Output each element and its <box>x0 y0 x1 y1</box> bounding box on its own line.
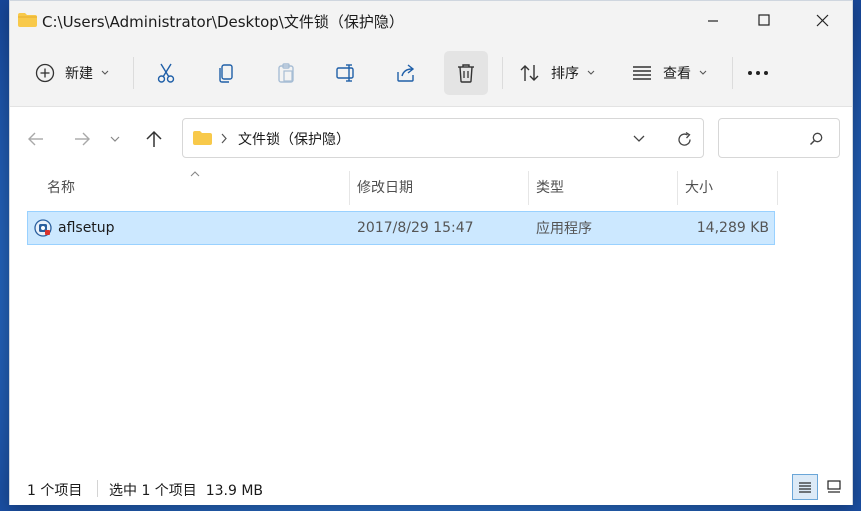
maximize-icon <box>758 14 770 26</box>
item-count: 1 个项目 <box>27 483 83 499</box>
toolbar-divider <box>732 57 733 89</box>
back-icon <box>28 132 43 146</box>
view-button[interactable]: 查看 <box>624 51 714 95</box>
column-modified-label: 修改日期 <box>357 180 413 196</box>
breadcrumb[interactable]: 文件锁（保护隐） <box>238 129 350 149</box>
file-size: 14,289 KB <box>696 220 769 236</box>
recent-icon <box>110 136 120 142</box>
close-button[interactable] <box>794 1 850 39</box>
view-label: 查看 <box>663 66 691 82</box>
search-icon <box>809 132 823 146</box>
sort-icon <box>520 65 539 81</box>
chevron-down-icon <box>587 70 595 75</box>
rename-icon <box>336 64 354 82</box>
maximize-button[interactable] <box>736 1 792 39</box>
refresh-icon <box>677 131 691 146</box>
cut-button[interactable] <box>146 51 186 95</box>
title-bar: C:\Users\Administrator\Desktop\文件锁（保护隐） <box>10 1 852 39</box>
rename-button[interactable] <box>326 51 366 95</box>
app-icon <box>34 219 52 237</box>
close-icon <box>816 14 828 26</box>
refresh-button[interactable] <box>671 126 697 152</box>
file-row[interactable]: aflsetup 2017/8/29 15:47 应用程序 14,289 KB <box>27 211 775 245</box>
column-header-size[interactable]: 大小 <box>685 166 713 208</box>
toolbar-divider <box>133 57 134 89</box>
up-icon <box>146 130 162 147</box>
large-icons-view-button[interactable] <box>821 474 847 500</box>
status-divider <box>97 480 98 497</box>
column-type-label: 类型 <box>536 180 564 196</box>
column-header-name[interactable]: 名称 <box>47 166 75 208</box>
selection-info: 选中 1 个项目 13.9 MB <box>109 483 264 499</box>
cut-icon <box>157 63 175 83</box>
navigation-bar: 文件锁（保护隐） <box>10 106 852 166</box>
column-size-label: 大小 <box>685 180 713 196</box>
more-options-button[interactable] <box>738 51 778 95</box>
column-divider[interactable] <box>777 171 778 205</box>
sort-up-icon <box>190 171 200 177</box>
large-icons-view-icon <box>827 480 841 493</box>
more-icon <box>748 71 768 75</box>
new-label: 新建 <box>65 66 93 82</box>
folder-icon <box>18 13 37 27</box>
minimize-button[interactable] <box>685 1 741 39</box>
folder-icon <box>193 131 212 145</box>
copy-icon <box>219 64 233 83</box>
minimize-icon <box>708 20 718 22</box>
address-dropdown-button[interactable] <box>627 127 651 151</box>
share-button[interactable] <box>386 51 426 95</box>
file-type: 应用程序 <box>536 221 592 237</box>
dropdown-icon <box>633 135 645 142</box>
new-plus-icon <box>35 63 55 83</box>
copy-button[interactable] <box>206 51 246 95</box>
details-view-button[interactable] <box>792 474 818 500</box>
column-name-label: 名称 <box>47 180 75 196</box>
file-name: aflsetup <box>58 220 115 236</box>
paste-icon <box>278 63 294 83</box>
status-bar: 1 个项目 选中 1 个项目 13.9 MB <box>10 471 852 505</box>
share-icon <box>397 64 415 82</box>
window-title: C:\Users\Administrator\Desktop\文件锁（保护隐） <box>42 13 404 31</box>
file-explorer-window: C:\Users\Administrator\Desktop\文件锁（保护隐） … <box>9 0 853 505</box>
address-bar[interactable]: 文件锁（保护隐） <box>182 118 704 158</box>
command-bar: 新建 排序 查看 <box>10 39 852 107</box>
chevron-right-icon <box>221 133 227 144</box>
file-modified: 2017/8/29 15:47 <box>357 220 474 236</box>
paste-button[interactable] <box>266 51 306 95</box>
forward-button[interactable] <box>66 121 98 157</box>
sort-button[interactable]: 排序 <box>512 51 602 95</box>
recent-locations-button[interactable] <box>104 121 126 157</box>
column-header-modified[interactable]: 修改日期 <box>357 166 413 208</box>
forward-icon <box>75 132 90 146</box>
column-divider[interactable] <box>349 171 350 205</box>
search-box[interactable] <box>718 118 840 158</box>
column-divider[interactable] <box>528 171 529 205</box>
chevron-down-icon <box>101 70 109 75</box>
toolbar-divider <box>502 57 503 89</box>
column-header-type[interactable]: 类型 <box>536 166 564 208</box>
chevron-down-icon <box>699 70 707 75</box>
back-button[interactable] <box>20 121 52 157</box>
new-button[interactable]: 新建 <box>28 51 116 95</box>
column-divider[interactable] <box>677 171 678 205</box>
up-button[interactable] <box>138 121 170 157</box>
delete-icon <box>458 64 474 83</box>
view-icon <box>633 66 651 80</box>
delete-button[interactable] <box>444 51 488 95</box>
sort-label: 排序 <box>551 66 579 82</box>
details-view-icon <box>799 482 811 493</box>
